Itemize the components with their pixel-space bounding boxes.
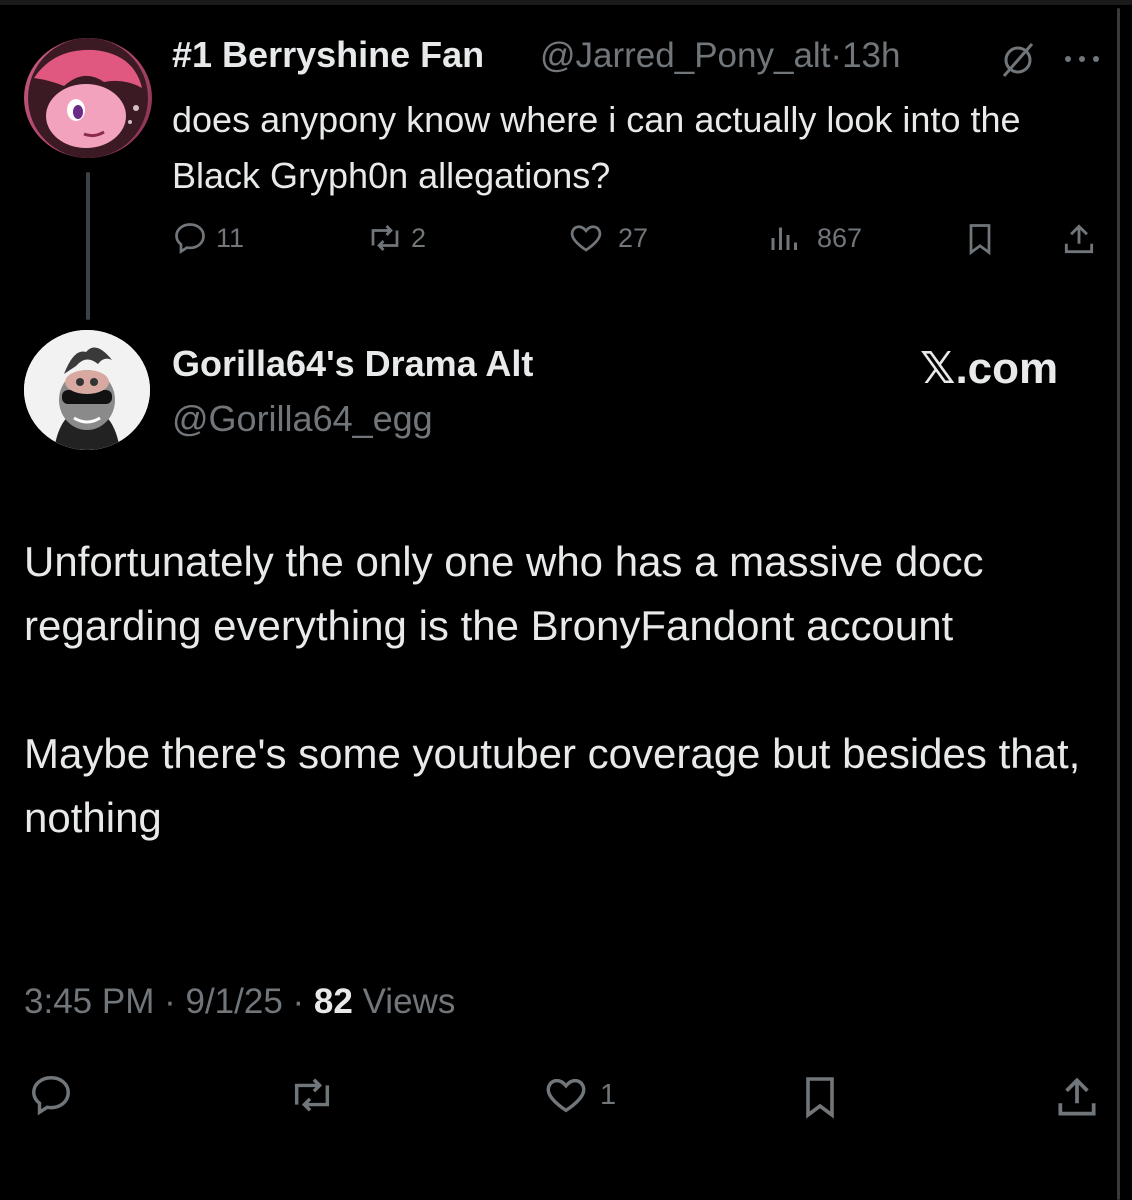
post-timestamp-line: 3:45 PM · 9/1/25 · 82 Views bbox=[24, 982, 455, 1022]
top-edge bbox=[0, 0, 1132, 5]
share-icon bbox=[1064, 224, 1094, 254]
analytics-icon bbox=[771, 227, 797, 250]
main-post-text: Unfortunately the only one who has a mas… bbox=[24, 530, 1084, 850]
views-count: 867 bbox=[817, 222, 863, 253]
main-display-name[interactable]: Gorilla64's Drama Alt bbox=[172, 343, 533, 385]
views-label[interactable]: Views bbox=[363, 982, 456, 1021]
bookmark-icon bbox=[806, 1077, 834, 1119]
reply-button[interactable]: 11 bbox=[172, 220, 244, 256]
bookmark-icon bbox=[969, 224, 991, 256]
post-time[interactable]: 3:45 PM bbox=[24, 982, 154, 1021]
post-date[interactable]: 9/1/25 bbox=[185, 982, 282, 1021]
main-reply-button[interactable] bbox=[26, 1072, 76, 1118]
repost-icon bbox=[294, 1078, 330, 1112]
thread-connector bbox=[86, 172, 90, 320]
like-count: 27 bbox=[618, 222, 649, 253]
parent-meta: @Jarred_Pony_alt·13h bbox=[540, 36, 900, 76]
avatar-gorilla64[interactable] bbox=[24, 330, 150, 450]
like-button[interactable]: 27 bbox=[566, 220, 648, 256]
main-handle[interactable]: @Gorilla64_egg bbox=[172, 398, 433, 440]
reply-count: 11 bbox=[216, 222, 245, 253]
parent-time[interactable]: 13h bbox=[842, 36, 900, 75]
parent-post-text: does anypony know where i can actually l… bbox=[172, 99, 1021, 196]
dot-sep: · bbox=[164, 982, 176, 1021]
main-paragraph-1: Unfortunately the only one who has a mas… bbox=[24, 538, 984, 649]
dot-sep: · bbox=[292, 982, 305, 1021]
x-logo: 𝕏.com bbox=[920, 344, 1059, 393]
avatar-berryshine-fan[interactable] bbox=[24, 38, 152, 158]
heart-icon bbox=[570, 225, 602, 252]
main-like-count: 1 bbox=[600, 1078, 617, 1111]
main-paragraph-2: Maybe there's some youtuber coverage but… bbox=[24, 730, 1081, 841]
reply-icon bbox=[32, 1076, 70, 1116]
views-number: 82 bbox=[313, 982, 353, 1021]
parent-handle[interactable]: @Jarred_Pony_alt bbox=[540, 36, 830, 75]
scrollbar[interactable] bbox=[1117, 8, 1120, 1200]
main-share-button[interactable] bbox=[1052, 1072, 1102, 1122]
repost-button[interactable]: 2 bbox=[365, 220, 426, 256]
repost-icon bbox=[371, 225, 399, 251]
share-icon bbox=[1058, 1077, 1096, 1116]
more-options-icon[interactable] bbox=[1062, 52, 1102, 70]
bookmark-button[interactable] bbox=[962, 220, 998, 258]
main-repost-button[interactable] bbox=[286, 1072, 338, 1118]
main-bookmark-button[interactable] bbox=[796, 1072, 844, 1122]
repost-count: 2 bbox=[411, 222, 427, 253]
share-button[interactable] bbox=[1060, 220, 1098, 258]
parent-display-name[interactable]: #1 Berryshine Fan bbox=[172, 34, 484, 76]
reply-icon bbox=[175, 223, 205, 254]
grok-icon[interactable] bbox=[998, 40, 1038, 85]
main-like-button[interactable]: 1 bbox=[540, 1072, 616, 1118]
views-button[interactable]: 867 bbox=[765, 220, 862, 256]
meta-separator: · bbox=[830, 36, 843, 75]
heart-icon bbox=[546, 1078, 586, 1113]
